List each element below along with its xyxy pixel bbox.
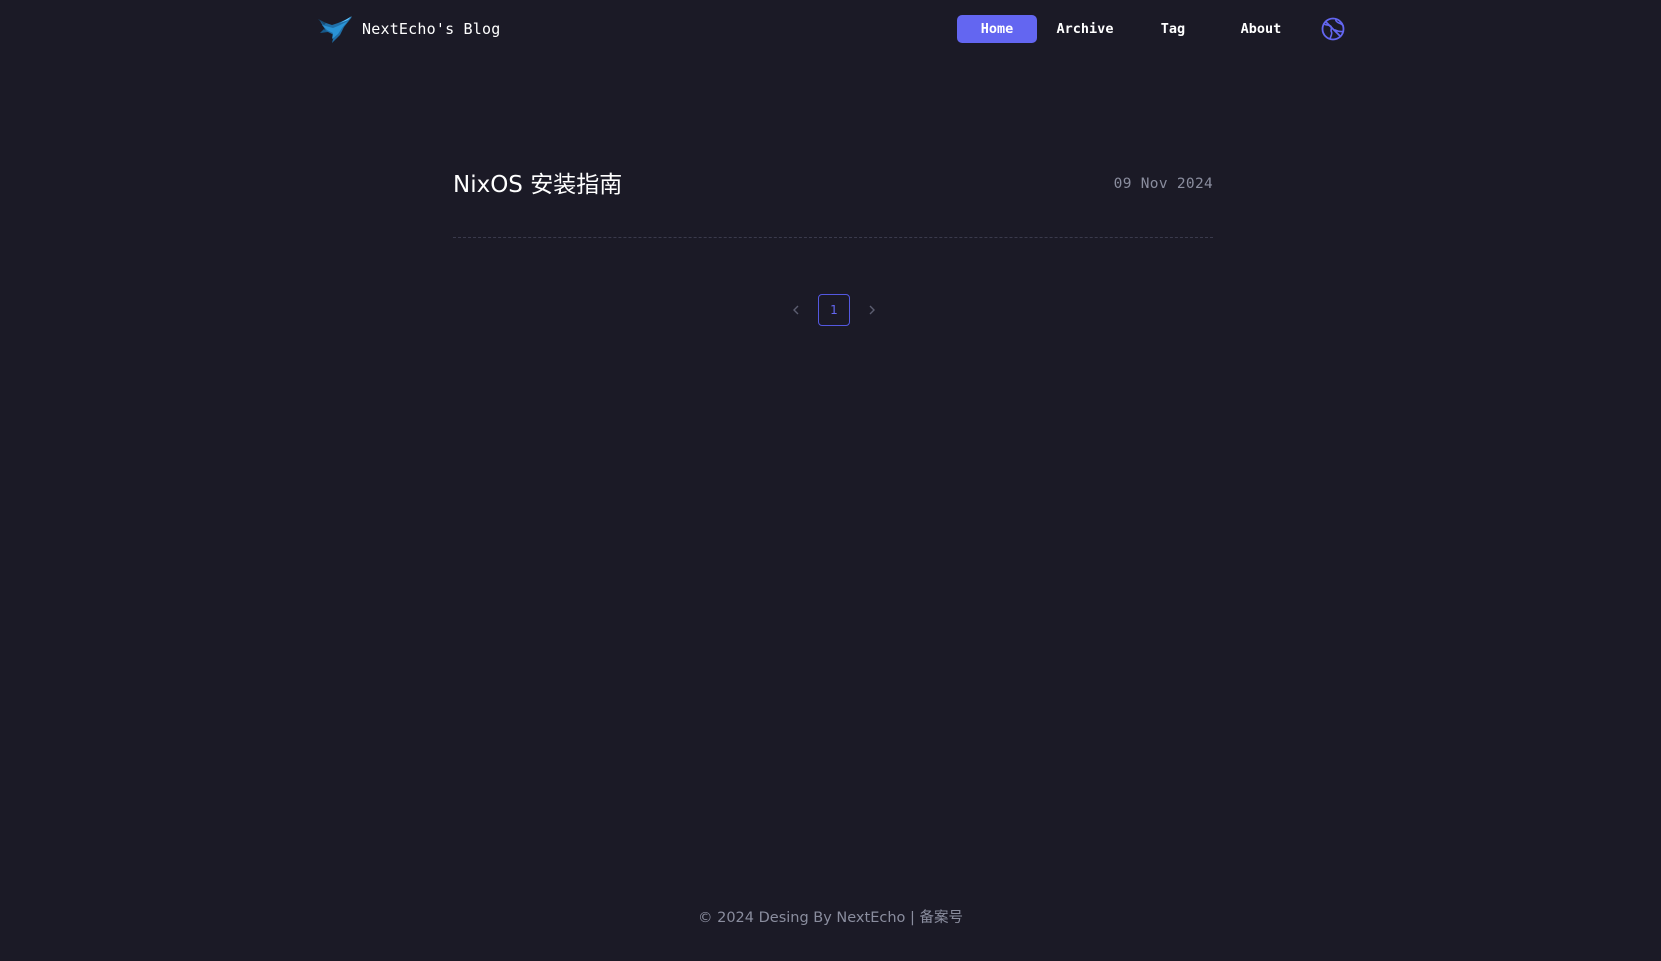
post-title: NixOS 安装指南 xyxy=(453,172,623,198)
nav-tag[interactable]: Tag xyxy=(1133,15,1213,43)
page: NextEcho's Blog Home Archive Tag About N… xyxy=(0,0,1661,961)
page-number-button[interactable]: 1 xyxy=(818,294,850,326)
nav-home[interactable]: Home xyxy=(957,15,1037,43)
next-page-button[interactable] xyxy=(856,294,888,326)
post-link[interactable]: NixOS 安装指南 09 Nov 2024 xyxy=(453,165,1213,199)
site-header: NextEcho's Blog Home Archive Tag About xyxy=(0,0,1661,57)
beian-link[interactable]: 备案号 xyxy=(920,910,964,926)
main-nav: Home Archive Tag About xyxy=(957,15,1309,43)
brand-link[interactable]: NextEcho's Blog xyxy=(318,12,500,46)
brand-title: NextEcho's Blog xyxy=(362,20,501,38)
post-divider xyxy=(453,237,1213,238)
post-list-item: NixOS 安装指南 09 Nov 2024 xyxy=(453,165,1213,199)
site-footer: © 2024 Desing By NextEcho | 备案号 xyxy=(0,906,1661,927)
bird-logo-icon xyxy=(318,16,352,43)
chevron-left-icon xyxy=(793,305,799,315)
prev-page-button[interactable] xyxy=(780,294,812,326)
pagination: 1 xyxy=(780,294,888,326)
footer-copyright: © 2024 Desing By NextEcho | xyxy=(697,910,920,926)
nav-about[interactable]: About xyxy=(1213,15,1309,43)
globe-translate-icon xyxy=(1321,17,1345,41)
nav-archive[interactable]: Archive xyxy=(1037,15,1133,43)
post-date: 09 Nov 2024 xyxy=(1113,175,1213,192)
language-switch-button[interactable] xyxy=(1320,16,1346,42)
chevron-right-icon xyxy=(869,305,875,315)
